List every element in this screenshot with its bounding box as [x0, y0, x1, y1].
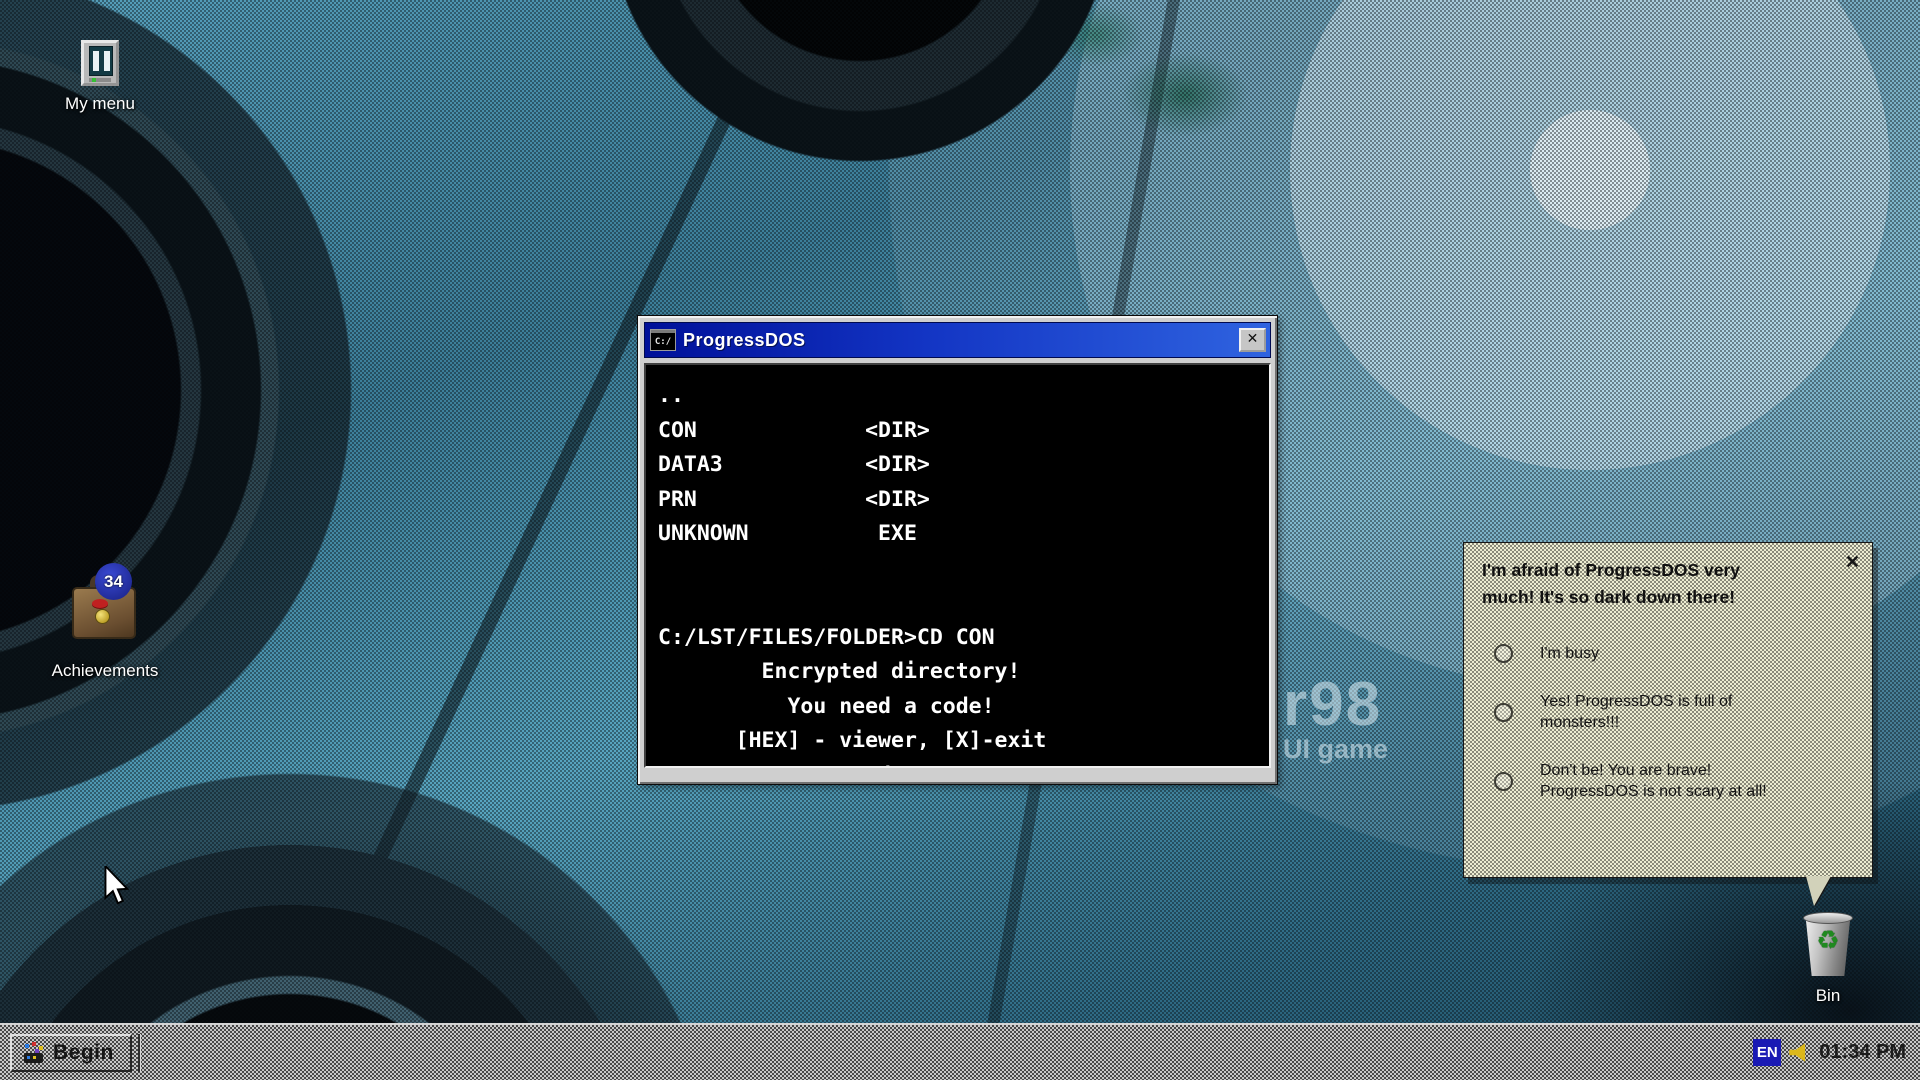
bubble-options: I'm busy Yes! ProgressDOS is full of mon… [1494, 643, 1872, 802]
terminal-screen[interactable]: .. CON <DIR> DATA3 <DIR> PRN <DIR> UNKNO… [644, 363, 1271, 768]
watermark-subtitle: UI game [1283, 734, 1388, 764]
msdos-icon: C:/ [650, 329, 676, 351]
system-tray: EN 01:34 PM [1753, 1039, 1920, 1066]
achievements-label: Achievements [30, 661, 180, 681]
my-menu-label: My menu [40, 94, 160, 114]
speaker-icon[interactable] [1789, 1043, 1811, 1063]
option-label: Yes! ProgressDOS is full of monsters!!! [1540, 691, 1772, 733]
close-button[interactable]: ✕ [1239, 328, 1266, 352]
desktop: r98 UI game My menu 34 Achievements ♻ Bi… [0, 0, 1920, 1080]
radio-icon[interactable] [1494, 772, 1513, 791]
desktop-icon-achievements[interactable]: 34 Achievements [30, 575, 180, 681]
bubble-option-busy[interactable]: I'm busy [1494, 643, 1872, 664]
briefcase-icon: 34 [70, 575, 140, 653]
watermark-title: r98 [1283, 676, 1388, 734]
language-indicator[interactable]: EN [1753, 1039, 1781, 1066]
begin-flag-icon [24, 1042, 44, 1064]
recycle-icon: ♻ [1802, 928, 1854, 954]
bubble-close-icon[interactable]: ✕ [1845, 553, 1860, 571]
bubble-message: I'm afraid of ProgressDOS very much! It'… [1482, 557, 1767, 611]
radio-icon[interactable] [1494, 644, 1513, 663]
radio-icon[interactable] [1494, 703, 1513, 722]
taskbar-divider [138, 1034, 140, 1072]
bubble-option-brave[interactable]: Don't be! You are brave! ProgressDOS is … [1494, 760, 1872, 802]
bubble-tail [1806, 876, 1831, 906]
begin-label: Begin [53, 1041, 114, 1065]
achievements-count-badge: 34 [95, 563, 132, 600]
bubble-option-monsters[interactable]: Yes! ProgressDOS is full of monsters!!! [1494, 691, 1872, 733]
option-label: I'm busy [1540, 643, 1772, 664]
begin-button[interactable]: Begin [10, 1034, 132, 1072]
close-icon: ✕ [1247, 331, 1259, 347]
progressdos-titlebar[interactable]: C:/ ProgressDOS ✕ [644, 322, 1271, 358]
terminal-text[interactable]: .. CON <DIR> DATA3 <DIR> PRN <DIR> UNKNO… [646, 365, 1269, 768]
taskbar-clock[interactable]: 01:34 PM [1819, 1041, 1906, 1064]
wallpaper-watermark: r98 UI game [1283, 676, 1388, 764]
trash-bin-icon: ♻ [1802, 912, 1854, 978]
my-menu-icon [81, 40, 119, 86]
desktop-icon-my-menu[interactable]: My menu [40, 40, 160, 114]
option-label: Don't be! You are brave! ProgressDOS is … [1540, 760, 1772, 802]
progressdos-window: C:/ ProgressDOS ✕ .. CON <DIR> DATA3 <DI… [637, 315, 1278, 785]
taskbar: Begin EN 01:34 PM [0, 1023, 1920, 1080]
speech-bubble: ✕ I'm afraid of ProgressDOS very much! I… [1463, 542, 1873, 878]
desktop-icon-bin[interactable]: ♻ Bin [1778, 912, 1878, 1006]
bin-label: Bin [1778, 986, 1878, 1006]
window-title: ProgressDOS [683, 330, 1232, 351]
